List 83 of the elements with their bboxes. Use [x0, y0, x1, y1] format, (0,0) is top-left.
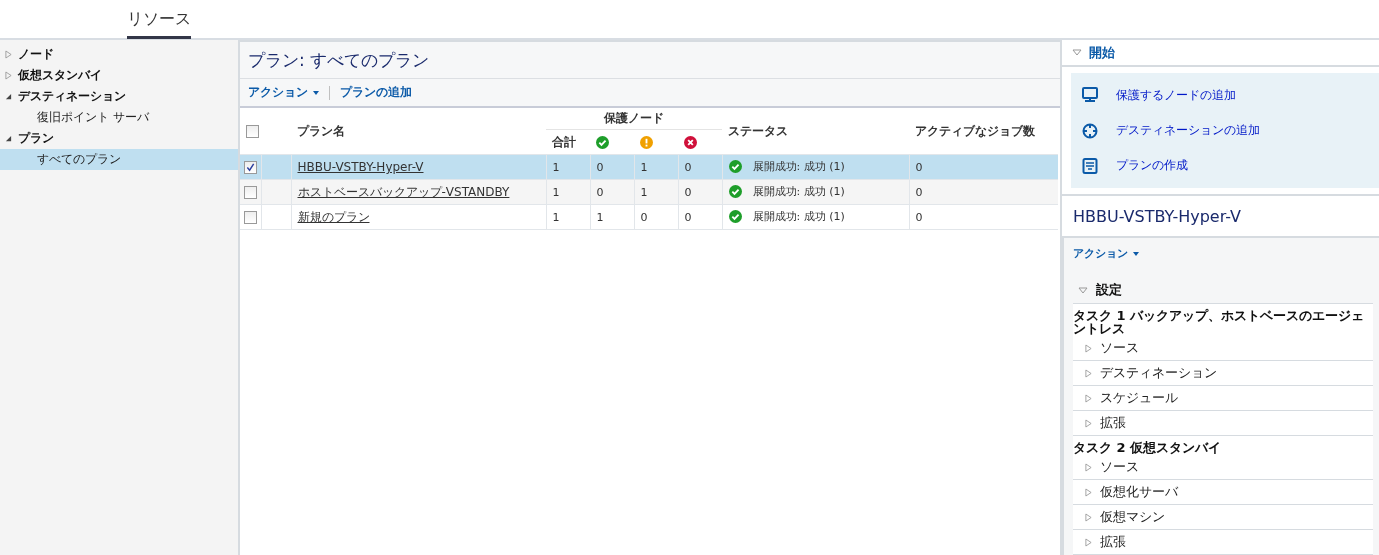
task-item[interactable]: 仮想化サーバ [1073, 480, 1373, 505]
expand-icon[interactable] [5, 71, 12, 80]
action-menu[interactable]: アクション [248, 84, 319, 101]
table-cell: 1 [640, 185, 648, 199]
status-text: 展開成功: 成功 (1) [752, 208, 845, 224]
action-link[interactable]: 保護するノードの追加 [1116, 86, 1236, 104]
table-cell: 0 [684, 185, 692, 199]
section-title: 開始 [1089, 43, 1115, 62]
status-icon [640, 136, 653, 149]
tree-item[interactable]: ノード [0, 44, 238, 65]
action-link[interactable]: デスティネーションの追加 [1116, 122, 1260, 140]
collapse-icon[interactable] [5, 135, 12, 142]
task-item[interactable]: デスティネーション [1073, 361, 1373, 386]
caret-icon [1133, 251, 1139, 256]
table-cell: 0 [915, 160, 923, 174]
checkbox[interactable] [244, 185, 257, 199]
expand-icon[interactable] [1085, 393, 1092, 403]
status-text: 展開成功: 成功 (1) [752, 158, 845, 174]
table-row[interactable]: 新規のプラン 1 1 0 0 展開成功: 成功 (1) 0 [240, 204, 1058, 230]
task-item[interactable]: ソース [1073, 336, 1373, 361]
tree-item[interactable]: 仮想スタンバイ [0, 65, 238, 86]
table-row[interactable]: HBBU-VSTBY-Hyper-V 1 0 1 0 展開成功: 成功 (1) 0 [240, 154, 1058, 180]
tree-item[interactable]: すべてのプラン [0, 149, 238, 170]
table-cell: 1 [640, 160, 648, 174]
tree-label: プラン [18, 130, 54, 147]
checkbox[interactable] [244, 160, 257, 174]
tree-label: デスティネーション [18, 88, 126, 105]
task-title: タスク 2 仮想スタンバイ [1073, 439, 1223, 455]
status-icon [728, 209, 742, 223]
column-header: プラン名 [297, 123, 345, 138]
table-cell: 0 [640, 210, 648, 224]
tree-label: 仮想スタンバイ [18, 67, 102, 84]
table-cell: 1 [552, 160, 560, 174]
table-cell: 0 [915, 185, 923, 199]
expand-icon[interactable] [1085, 537, 1092, 547]
table-cell: 0 [915, 210, 923, 224]
table-cell: 1 [552, 185, 560, 199]
collapse-icon[interactable] [5, 93, 12, 100]
table-cell: 0 [684, 210, 692, 224]
expand-icon[interactable] [1085, 418, 1092, 428]
task-item[interactable]: 拡張 [1073, 530, 1373, 555]
table-cell: 0 [596, 160, 604, 174]
column-group-header: 保護ノード [604, 111, 664, 125]
column-header: 合計 [552, 134, 576, 149]
expand-icon[interactable] [5, 50, 12, 59]
task-title: タスク 1 バックアップ、ホストベースのエージェントレス [1073, 307, 1366, 336]
table-row[interactable]: ホストベースバックアップ-VSTANDBY 1 0 1 0 展開成功: 成功 (1) 0 [240, 179, 1058, 205]
table-cell: 1 [552, 210, 560, 224]
checkbox[interactable] [244, 210, 257, 224]
status-icon [728, 184, 742, 198]
status-icon [684, 136, 697, 149]
task-item[interactable]: 仮想マシン [1073, 505, 1373, 530]
tree-item[interactable]: プラン [0, 128, 238, 149]
tree-label: ノード [18, 46, 54, 63]
table-cell: 0 [596, 185, 604, 199]
column-header: ステータス [728, 123, 788, 138]
caret-icon [313, 90, 319, 95]
column-header: アクティブなジョブ数 [915, 123, 1035, 138]
tree-item[interactable]: デスティネーション [0, 86, 238, 107]
task-item[interactable]: スケジュール [1073, 386, 1373, 411]
expand-icon[interactable] [1085, 343, 1092, 353]
status-icon [596, 136, 609, 149]
document-icon [1082, 157, 1098, 174]
crosshair-icon [1082, 122, 1098, 139]
expand-icon[interactable] [1085, 368, 1092, 378]
checkbox[interactable] [246, 125, 259, 138]
table-cell: 0 [684, 160, 692, 174]
action-menu[interactable]: アクション [1073, 246, 1139, 261]
task-item[interactable]: 拡張 [1073, 411, 1373, 436]
section-title: 設定 [1096, 281, 1122, 299]
action-link[interactable]: プランの作成 [1116, 157, 1188, 175]
panel-title: プラン: すべてのプラン [240, 42, 1060, 79]
status-text: 展開成功: 成功 (1) [752, 183, 845, 199]
plan-link[interactable]: 新規のプラン [297, 209, 370, 224]
expand-icon[interactable] [1085, 512, 1092, 522]
add-plan-link[interactable]: プランの追加 [340, 84, 412, 101]
status-icon [728, 159, 742, 173]
expand-icon[interactable] [1085, 462, 1092, 472]
expand-icon[interactable] [1085, 487, 1092, 497]
table-cell: 1 [596, 210, 604, 224]
tree-item[interactable]: 復旧ポイント サーバ [0, 107, 238, 128]
task-item[interactable]: ソース [1073, 455, 1373, 480]
monitor-icon [1082, 87, 1098, 104]
